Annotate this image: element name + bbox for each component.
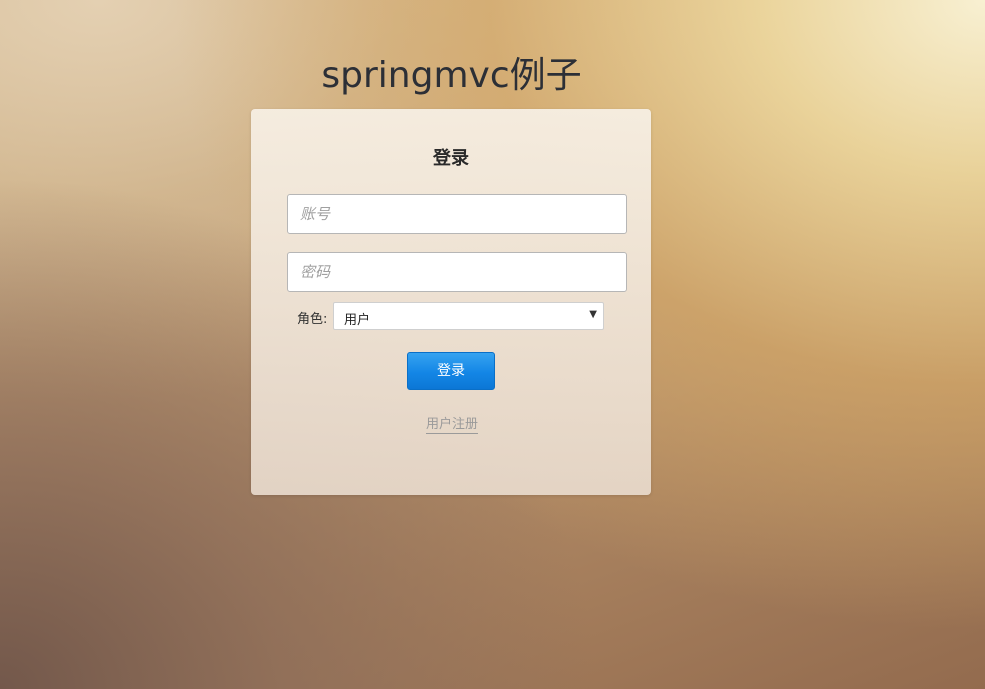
- login-card: 登录 角色: 用户 ▼ 登录 用户注册: [251, 109, 651, 495]
- password-input[interactable]: [287, 252, 627, 292]
- triangle-down-icon: ▼: [589, 309, 597, 320]
- login-card-title: 登录: [433, 148, 469, 169]
- role-select-value: 用户: [344, 313, 371, 328]
- login-button[interactable]: 登录: [407, 352, 495, 390]
- page-title: springmvc例子: [321, 55, 582, 96]
- role-label: 角色:: [297, 312, 328, 327]
- role-select[interactable]: 用户 ▼: [333, 302, 604, 330]
- account-input[interactable]: [287, 194, 627, 234]
- register-link[interactable]: 用户注册: [426, 416, 479, 434]
